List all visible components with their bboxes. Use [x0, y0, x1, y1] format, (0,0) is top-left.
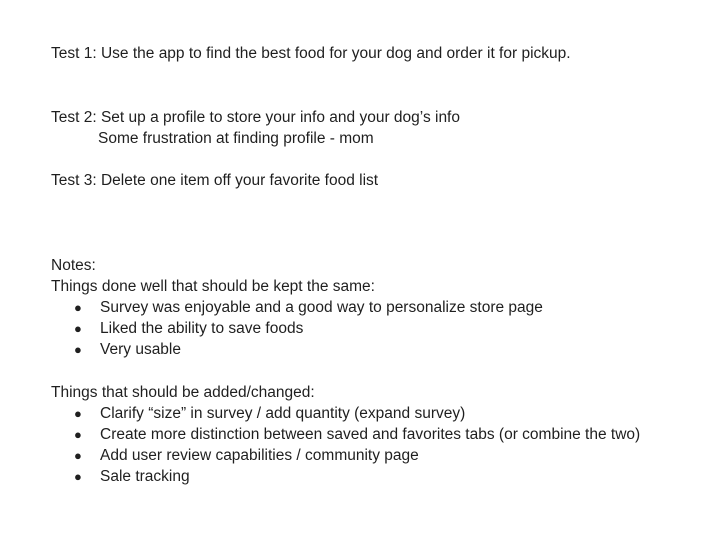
list-item-text: Liked the ability to save foods [100, 320, 304, 337]
changed-heading: Things that should be added/changed: [51, 384, 315, 401]
bullet-icon: ● [74, 300, 82, 315]
document-page: Test 1: Use the app to find the best foo… [0, 0, 713, 535]
list-item-text: Clarify “size” in survey / add quantity … [100, 405, 466, 422]
test-1-text: Test 1: Use the app to find the best foo… [51, 45, 571, 62]
list-item-text: Add user review capabilities / community… [100, 447, 419, 464]
changed-list-item: ● Sale tracking [72, 466, 190, 487]
kept-list-item: ● Very usable [72, 339, 181, 360]
bullet-icon: ● [74, 321, 82, 336]
bullet-icon: ● [74, 406, 82, 421]
list-item-text: Survey was enjoyable and a good way to p… [100, 299, 543, 316]
bullet-icon: ● [74, 469, 82, 484]
list-item-text: Very usable [100, 341, 181, 358]
kept-heading: Things done well that should be kept the… [51, 278, 375, 295]
list-item-text: Create more distinction between saved an… [100, 426, 641, 443]
kept-list-item: ● Survey was enjoyable and a good way to … [72, 297, 543, 318]
bullet-icon: ● [74, 342, 82, 357]
bullet-icon: ● [74, 448, 82, 463]
changed-list-item: ● Create more distinction between saved a… [72, 424, 640, 445]
test-3-text: Test 3: Delete one item off your favorit… [51, 172, 379, 189]
test-2-note: Some frustration at finding profile - mo… [98, 130, 374, 147]
notes-heading: Notes: [51, 257, 96, 274]
kept-list-item: ● Liked the ability to save foods [72, 318, 303, 339]
bullet-icon: ● [74, 427, 82, 442]
list-item-text: Sale tracking [100, 468, 190, 485]
test-2-text: Test 2: Set up a profile to store your i… [51, 109, 460, 126]
changed-list-item: ● Add user review capabilities / communit… [72, 445, 419, 466]
changed-list-item: ● Clarify “size” in survey / add quantity… [72, 403, 465, 424]
